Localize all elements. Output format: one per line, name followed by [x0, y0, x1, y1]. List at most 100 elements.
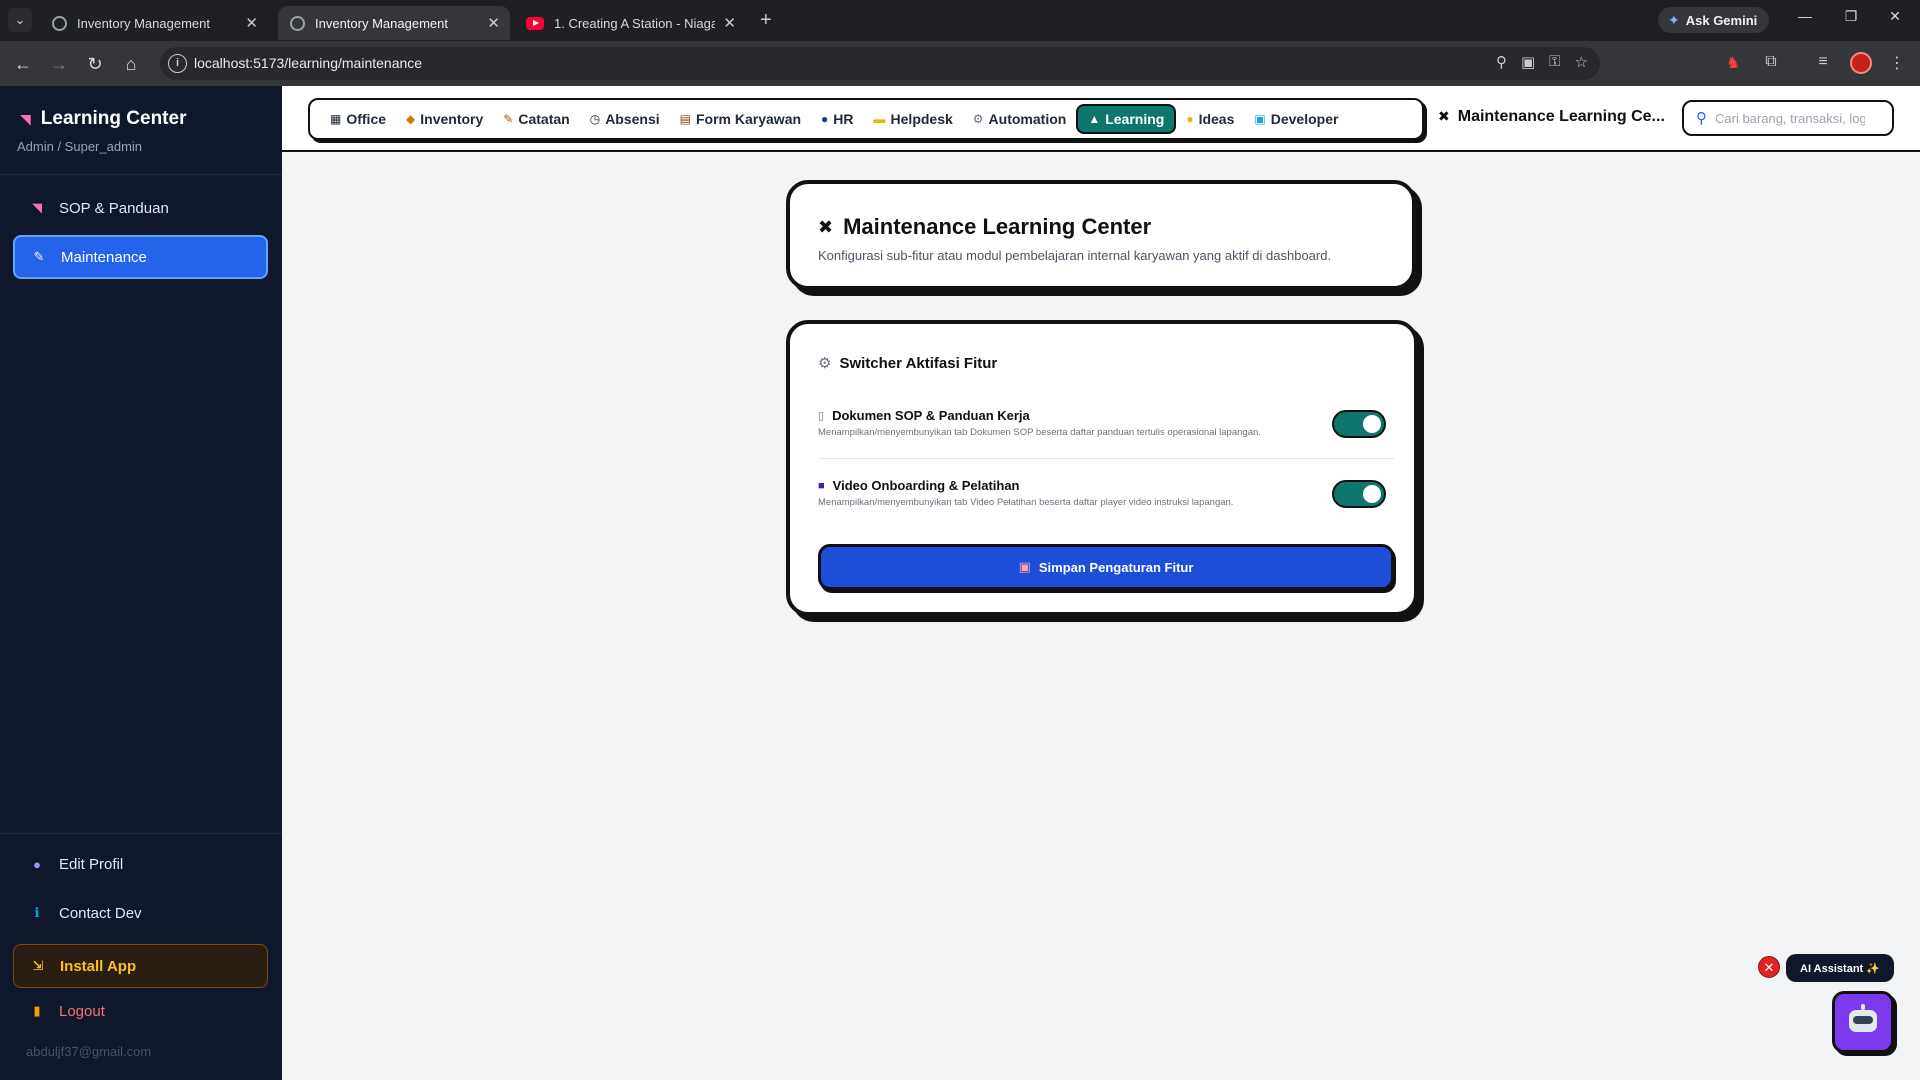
- sidebar-item-maintenance[interactable]: ✎ Maintenance: [13, 235, 268, 279]
- tab-label: Automation: [988, 111, 1067, 127]
- ask-gemini-button[interactable]: ✦ Ask Gemini: [1658, 7, 1770, 33]
- tab-inventory[interactable]: ◆ Inventory: [396, 104, 493, 134]
- sidebar-item-contact-dev[interactable]: ℹ Contact Dev: [13, 891, 268, 935]
- tab-automation[interactable]: ⚙ Automation: [963, 104, 1077, 134]
- tab-label: Learning: [1105, 111, 1165, 127]
- youtube-icon: [526, 16, 544, 30]
- ai-assistant-button[interactable]: [1832, 991, 1894, 1053]
- tools-icon: ✖: [818, 216, 834, 237]
- install-app-button[interactable]: ⇲ Install App: [13, 944, 268, 988]
- global-search[interactable]: ⚲: [1682, 100, 1894, 136]
- page-description: Konfigurasi sub-fitur atau modul pembela…: [818, 248, 1332, 263]
- close-icon[interactable]: ✕: [245, 14, 258, 32]
- zoom-icon[interactable]: ⚲: [1496, 53, 1507, 71]
- tab-label: HR: [833, 111, 854, 127]
- tab-label: Helpdesk: [890, 111, 953, 127]
- tab-office[interactable]: ▦ Office: [320, 104, 396, 134]
- tab-title: Inventory Management: [77, 15, 210, 31]
- new-tab-button[interactable]: +: [760, 8, 772, 32]
- tab-absensi[interactable]: ◷ Absensi: [580, 104, 670, 134]
- save-settings-label: Simpan Pengaturan Fitur: [1038, 559, 1194, 575]
- tab-catatan[interactable]: ✎ Catatan: [493, 104, 579, 134]
- install-page-icon[interactable]: ▣: [1521, 53, 1535, 71]
- close-icon[interactable]: ✕: [487, 14, 500, 32]
- page-heading-text: Maintenance Learning Center: [843, 214, 1152, 239]
- key-icon[interactable]: ⚿: [1549, 53, 1560, 71]
- module-tabs: ▦ Office ◆ Inventory ✎ Catatan ◷ Absensi ▤ Fo…: [308, 98, 1424, 140]
- bookmark-star-icon[interactable]: ☆: [1575, 53, 1588, 71]
- ai-assistant-text: AI Assistant ✨: [1800, 962, 1880, 975]
- save-settings-button[interactable]: ▣ Simpan Pengaturan Fitur: [818, 544, 1394, 590]
- floppy-disk-icon: ▣: [1018, 559, 1031, 574]
- brand-logo-icon: ◥: [20, 110, 31, 127]
- toggle-sop[interactable]: [1332, 410, 1386, 438]
- sidebar-item-label: Install App: [60, 957, 137, 975]
- reading-list-icon[interactable]: ≡: [1812, 53, 1834, 71]
- tab-helpdesk[interactable]: ▬ Helpdesk: [864, 104, 963, 134]
- user-email: abduljf37@gmail.com: [26, 1044, 152, 1059]
- close-assistant-button[interactable]: ✕: [1758, 956, 1780, 978]
- home-icon[interactable]: ⌂: [118, 51, 144, 77]
- robot-visor: [1853, 1016, 1873, 1024]
- search-input[interactable]: [1715, 110, 1865, 126]
- site-info-icon[interactable]: i: [168, 54, 187, 73]
- feature-name: Video Onboarding & Pelatihan: [832, 478, 1020, 493]
- document-icon: ▯: [818, 410, 825, 422]
- sidebar-item-edit-profil[interactable]: ● Edit Profil: [13, 842, 268, 886]
- toggle-video[interactable]: [1332, 480, 1386, 508]
- wrench-icon: ✎: [33, 249, 45, 264]
- ai-assistant-label[interactable]: AI Assistant ✨: [1786, 954, 1894, 982]
- back-arrow-icon[interactable]: ←: [10, 51, 36, 77]
- browser-tab-3[interactable]: 1. Creating A Station - Niagara ✕: [514, 6, 746, 40]
- tab-developer[interactable]: ▣ Developer: [1244, 104, 1348, 134]
- tab-label: Inventory: [420, 111, 484, 127]
- user-icon: ●: [33, 856, 41, 872]
- url-text[interactable]: localhost:5173/learning/maintenance: [194, 55, 422, 71]
- reload-icon[interactable]: ↻: [82, 51, 108, 77]
- address-bar[interactable]: i localhost:5173/learning/maintenance ⚲ …: [160, 47, 1600, 80]
- profile-avatar[interactable]: [1850, 52, 1872, 74]
- tab-search-button[interactable]: ⌄: [8, 8, 32, 32]
- tab-title: Inventory Management: [315, 15, 448, 31]
- page-title-text: Maintenance Learning Ce...: [1457, 108, 1665, 125]
- logout-button[interactable]: ▮ Logout: [13, 989, 268, 1033]
- user-role: Admin / Super_admin: [17, 139, 143, 154]
- sidebar-item-label: Edit Profil: [59, 855, 124, 873]
- brand: ◥ Learning Center: [20, 108, 186, 130]
- close-icon[interactable]: ✕: [723, 14, 736, 32]
- more-menu-icon[interactable]: ⋮: [1886, 53, 1908, 73]
- tab-label: Ideas: [1198, 111, 1235, 127]
- clock-icon: ◷: [589, 112, 601, 126]
- tab-learning[interactable]: ▲ Learning: [1076, 104, 1177, 134]
- extension-icon[interactable]: ♞: [1722, 53, 1744, 73]
- tab-ideas[interactable]: ● Ideas: [1176, 104, 1244, 134]
- sidebar-item-label: Contact Dev: [59, 904, 142, 922]
- sidebar-item-sop-panduan[interactable]: ◥ SOP & Panduan: [13, 186, 268, 230]
- ticket-icon: ▬: [873, 112, 886, 126]
- minimize-button[interactable]: —: [1790, 8, 1820, 24]
- switcher-title: ⚙ Switcher Aktifasi Fitur: [818, 354, 997, 373]
- tab-label: Developer: [1270, 111, 1339, 127]
- restore-button[interactable]: ❐: [1836, 8, 1866, 25]
- tab-form-karyawan[interactable]: ▤ Form Karyawan: [670, 104, 811, 134]
- puzzle-icon[interactable]: ⧉: [1760, 53, 1782, 71]
- tools-icon: ✖: [1438, 108, 1450, 124]
- browser-tab-1[interactable]: Inventory Management ✕: [40, 6, 268, 40]
- divider: [0, 174, 282, 175]
- gemini-label: Ask Gemini: [1685, 12, 1758, 28]
- tab-label: Form Karyawan: [696, 111, 802, 127]
- forward-arrow-icon[interactable]: →: [46, 51, 72, 77]
- header-card: ✖ Maintenance Learning Center Konfiguras…: [786, 180, 1416, 290]
- globe-icon: [52, 15, 67, 31]
- top-navigation: ▦ Office ◆ Inventory ✎ Catatan ◷ Absensi ▤ Fo…: [282, 86, 1920, 152]
- window-close-button[interactable]: ✕: [1880, 8, 1910, 25]
- globe-icon: [290, 15, 305, 31]
- sidebar: ◥ Learning Center Admin / Super_admin ◥ …: [0, 86, 282, 1080]
- gear-icon: ⚙: [818, 355, 832, 372]
- browser-tab-2[interactable]: Inventory Management ✕: [278, 6, 510, 40]
- graduation-cap-icon: ▲: [1088, 112, 1101, 126]
- logout-icon: ▮: [33, 1003, 41, 1018]
- tab-hr[interactable]: ● HR: [811, 104, 863, 134]
- sparkle-icon: ✦: [1668, 11, 1680, 28]
- sidebar-item-label: Logout: [59, 1002, 105, 1020]
